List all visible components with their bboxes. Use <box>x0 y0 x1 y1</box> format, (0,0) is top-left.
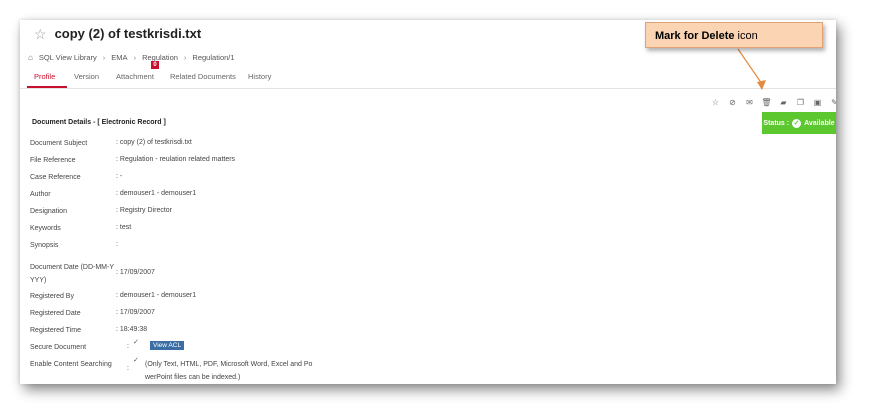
document-toolbar: ☆ ⊘ ✉ 🗑 ▰ ❐ ▣ ✎ <box>710 97 836 108</box>
mark-for-delete-callout: Mark for Delete icon <box>645 22 823 48</box>
field-value-document-subject: : copy (2) of testkrisdi.txt <box>116 139 192 146</box>
section-title: Document Details - [ Electronic Record ] <box>32 119 166 126</box>
field-label-file-reference: File Reference <box>30 157 76 164</box>
field-value-file-reference: : Regulation - reulation related matters <box>116 156 236 163</box>
tab-bar: Profile Version Attachment 0 Related Doc… <box>20 61 836 89</box>
tab-attachment[interactable]: Attachment <box>116 72 154 81</box>
trash-icon[interactable]: 🗑 <box>761 97 772 108</box>
field-value-synopsis: : <box>116 241 118 248</box>
link-icon[interactable]: ⊘ <box>727 97 738 108</box>
chevron-right-icon: › <box>183 53 187 62</box>
field-label-registered-time: Registered Time <box>30 327 81 334</box>
breadcrumb-item[interactable]: Regulation <box>142 53 178 62</box>
status-value: Available <box>804 119 835 127</box>
status-label: Status : <box>763 119 790 127</box>
field-value-document-date: : 17/09/2007 <box>116 269 155 276</box>
title-row: ☆ copy (2) of testkrisdi.txt <box>34 26 201 41</box>
field-label-keywords: Keywords <box>30 225 61 232</box>
breadcrumb-item[interactable]: Regulation/1 <box>192 53 234 62</box>
content-searching-checkbox[interactable]: ✓ <box>133 357 139 364</box>
field-label-synopsis: Synopsis <box>30 242 59 249</box>
star-icon[interactable]: ☆ <box>710 97 721 108</box>
chevron-right-icon: › <box>133 53 137 62</box>
content-search-note-line1: (Only Text, HTML, PDF, Microsoft Word, E… <box>145 361 313 368</box>
tab-version[interactable]: Version <box>74 72 99 81</box>
tab-profile[interactable]: Profile <box>34 72 55 81</box>
field-label-document-date: Document Date (DD-MM-Y <box>30 264 115 271</box>
attachment-count-badge: 0 <box>151 61 159 69</box>
field-label-author: Author <box>30 191 51 198</box>
tab-related-documents[interactable]: Related Documents <box>170 72 236 81</box>
field-label-enable-content-searching: Enable Content Searching <box>30 361 112 368</box>
breadcrumb-item[interactable]: EMA <box>111 53 127 62</box>
secure-document-checkbox[interactable]: ✓ <box>133 339 139 346</box>
field-value-registered-by: : demouser1 - demouser1 <box>116 292 197 299</box>
field-label-registered-by: Registered By <box>30 293 74 300</box>
field-label-registered-date: Registered Date <box>30 310 81 317</box>
active-tab-indicator <box>27 86 67 88</box>
callout-text: icon <box>734 30 758 42</box>
view-acl-button[interactable]: View ACL <box>150 341 185 350</box>
field-value-registered-time: : 18:49:38 <box>116 326 148 333</box>
breadcrumb-item[interactable]: SQL View Library <box>39 53 97 62</box>
field-label-document-date-cont: YYY) <box>30 277 47 284</box>
lock-icon[interactable]: ▣ <box>812 97 823 108</box>
callout-bold-text: Mark for Delete <box>655 30 735 42</box>
field-value-designation: : Registry Director <box>116 207 173 214</box>
mail-icon[interactable]: ✉ <box>744 97 755 108</box>
favorite-star-icon[interactable]: ☆ <box>34 27 47 41</box>
tab-history[interactable]: History <box>248 72 271 81</box>
field-value-secure-document: : <box>127 343 129 350</box>
document-title: copy (2) of testkrisdi.txt <box>54 26 202 41</box>
check-circle-icon: ✓ <box>792 118 802 128</box>
chevron-right-icon: › <box>102 53 106 62</box>
field-label-case-reference: Case Reference <box>30 174 81 181</box>
status-badge: Status : ✓ Available <box>762 112 836 134</box>
content-search-note-line2: werPoint files can be indexed.) <box>145 374 241 381</box>
edit-icon[interactable]: ✎ <box>829 97 836 108</box>
field-label-designation: Designation <box>30 208 67 215</box>
folder-icon[interactable]: ▰ <box>778 97 789 108</box>
field-value-keywords: : test <box>116 224 132 231</box>
field-value-enable-content-searching: : <box>127 365 129 372</box>
field-value-author: : demouser1 - demouser1 <box>116 190 197 197</box>
breadcrumb: ⌂ SQL View Library › EMA › Regulation › … <box>28 53 235 62</box>
copy-icon[interactable]: ❐ <box>795 97 806 108</box>
document-profile-window: ☆ copy (2) of testkrisdi.txt ⌂ SQL View … <box>20 20 836 384</box>
field-value-registered-date: : 17/09/2007 <box>116 309 155 316</box>
field-label-document-subject: Document Subject <box>30 140 88 147</box>
field-value-case-reference: : - <box>116 173 123 180</box>
field-label-secure-document: Secure Document <box>30 344 87 351</box>
home-icon[interactable]: ⌂ <box>28 53 33 62</box>
